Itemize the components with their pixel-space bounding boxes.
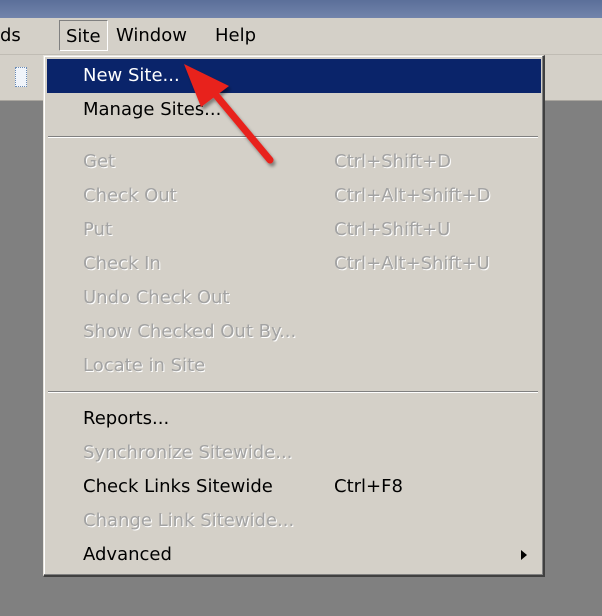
menu-item-shortcut: Ctrl+Alt+Shift+D <box>334 185 491 206</box>
menu-item-label: Manage Sites... <box>83 99 222 120</box>
menu-bar: ds Site Window Help <box>0 18 602 55</box>
toolbar-icon[interactable] <box>15 67 27 87</box>
menu-item-label: Change Link Sitewide... <box>83 510 295 531</box>
menu-advanced[interactable]: Advanced <box>47 538 541 572</box>
menu-item-window[interactable]: Window <box>110 20 193 51</box>
menu-item-label: Check Out <box>83 185 177 206</box>
menu-change-link-sitewide[interactable]: Change Link Sitewide... <box>47 504 541 538</box>
menu-show-checked-out-by[interactable]: Show Checked Out By... <box>47 315 541 349</box>
menu-item-label: Get <box>83 151 116 172</box>
menu-item-site[interactable]: Site <box>59 20 108 51</box>
menu-reports[interactable]: Reports... <box>47 402 541 436</box>
menu-item-label: Show Checked Out By... <box>83 321 297 342</box>
site-dropdown-menu: New Site... Manage Sites... Get Ctrl+Shi… <box>43 55 545 577</box>
menu-item-label: Check Links Sitewide <box>83 476 273 497</box>
menu-undo-check-out[interactable]: Undo Check Out <box>47 281 541 315</box>
menu-synchronize-sitewide[interactable]: Synchronize Sitewide... <box>47 436 541 470</box>
menu-check-out[interactable]: Check Out Ctrl+Alt+Shift+D <box>47 179 541 213</box>
window-title-bar <box>0 0 602 18</box>
menu-separator <box>48 391 538 393</box>
menu-item-label: Reports... <box>83 408 170 429</box>
menu-item-label: Undo Check Out <box>83 287 230 308</box>
menu-put[interactable]: Put Ctrl+Shift+U <box>47 213 541 247</box>
menu-item-shortcut: Ctrl+F8 <box>334 476 403 497</box>
menu-get[interactable]: Get Ctrl+Shift+D <box>47 145 541 179</box>
menu-item-label: Advanced <box>83 544 172 565</box>
menu-new-site[interactable]: New Site... <box>47 59 541 93</box>
menu-item-shortcut: Ctrl+Alt+Shift+U <box>334 253 490 274</box>
menu-manage-sites[interactable]: Manage Sites... <box>47 93 541 127</box>
menu-item-label: Put <box>83 219 113 240</box>
menu-item-label: New Site... <box>83 65 180 86</box>
menu-separator <box>48 136 538 138</box>
menu-check-in[interactable]: Check In Ctrl+Alt+Shift+U <box>47 247 541 281</box>
menu-item-label: Synchronize Sitewide... <box>83 442 293 463</box>
menu-item-help[interactable]: Help <box>209 20 262 51</box>
menu-item-shortcut: Ctrl+Shift+D <box>334 151 451 172</box>
menu-item-shortcut: Ctrl+Shift+U <box>334 219 451 240</box>
menu-item-label: Check In <box>83 253 161 274</box>
submenu-arrow-icon <box>521 550 527 560</box>
menu-locate-in-site[interactable]: Locate in Site <box>47 349 541 383</box>
menu-check-links-sitewide[interactable]: Check Links Sitewide Ctrl+F8 <box>47 470 541 504</box>
menu-item-label: Locate in Site <box>83 355 206 376</box>
menu-item-ds[interactable]: ds <box>0 20 27 51</box>
